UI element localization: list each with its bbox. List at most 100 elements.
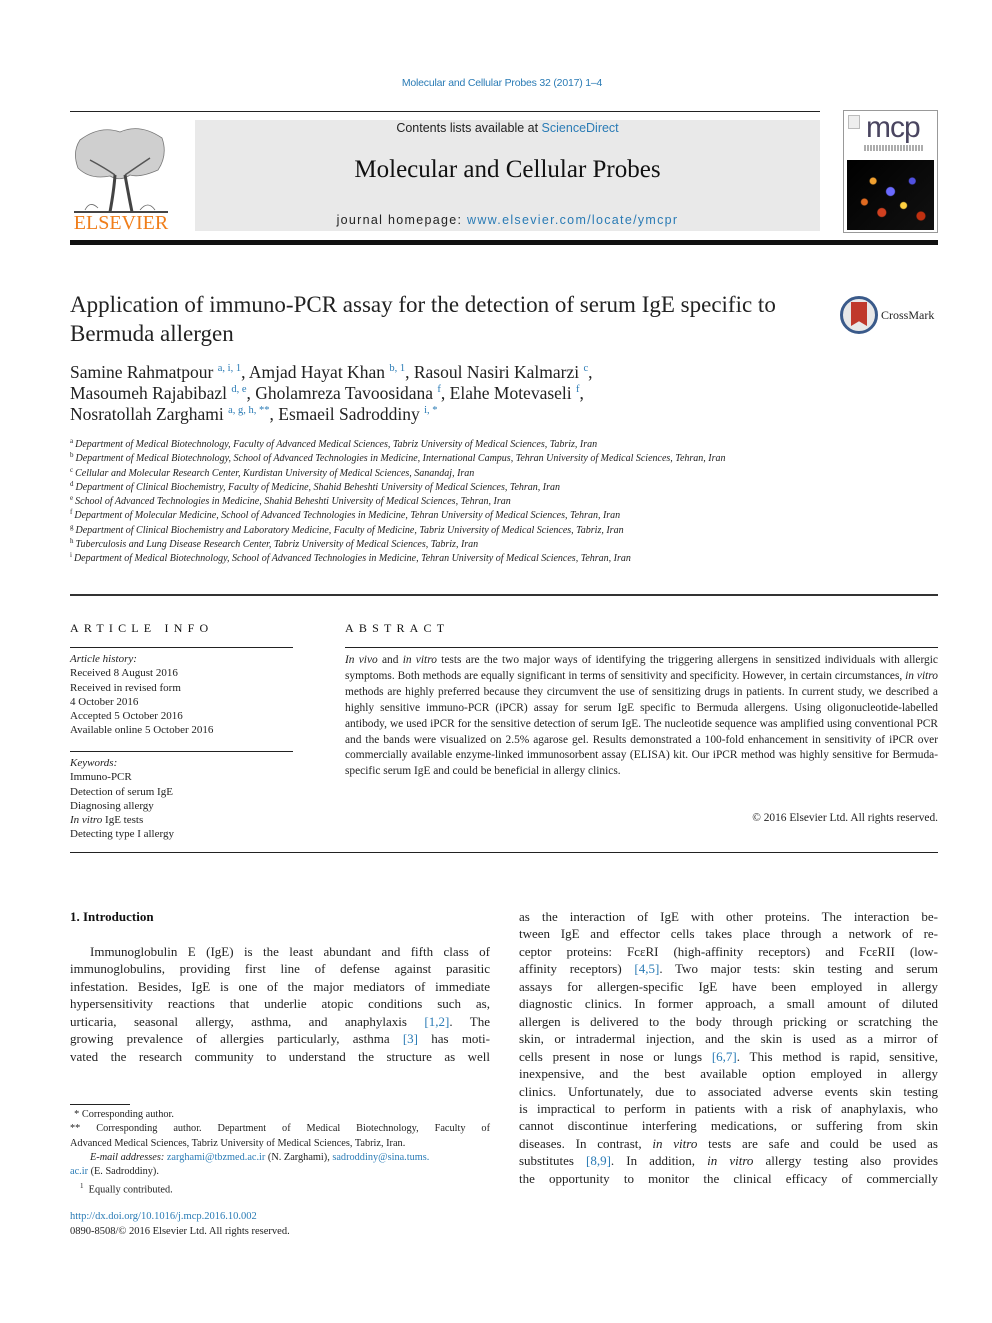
crossmark-button[interactable]: CrossMark [840, 296, 940, 336]
author-name[interactable]: Masoumeh Rajabibazl [70, 383, 227, 403]
article-info-heading: ARTICLE INFO [70, 621, 214, 635]
keyword-text: Immuno-PCR [70, 771, 132, 784]
history-item: Accepted 5 October 2016 [70, 710, 183, 723]
abstract-text: In vivo and in vitro tests are the two m… [345, 653, 938, 780]
body-line: immunoglobulins, providing first line of… [70, 960, 490, 977]
cover-subtitle [864, 145, 924, 151]
author-name[interactable]: Amjad Hayat Khan [249, 362, 385, 382]
affiliation-item: f Department of Molecular Medicine, Schoo… [70, 509, 830, 523]
keyword-text: Detection of serum IgE [70, 785, 173, 798]
keywords-rule [70, 751, 293, 752]
author-list: Samine Rahmatpour a, i, 1, Amjad Hayat K… [70, 362, 830, 425]
affiliation-item: c Cellular and Molecular Research Center,… [70, 466, 830, 481]
homepage-prefix: journal homepage: [336, 213, 468, 227]
cover-microscopy-image [847, 160, 934, 230]
body-line: infestation. Besides, IgE is one of the … [70, 978, 490, 995]
body-line: inexpensive, and the best available opti… [519, 1065, 938, 1082]
email-link-zarghami[interactable]: zarghami@tbzmed.ac.ir [167, 1152, 266, 1163]
abstract-italic-term: In vivo [345, 654, 378, 666]
author-name[interactable]: Samine Rahmatpour [70, 362, 213, 382]
section-rule [70, 594, 938, 596]
cover-publisher-icon [848, 115, 860, 129]
body-line: vated the research community to understa… [70, 1048, 490, 1065]
author-affiliation-marks[interactable]: a, i, 1 [218, 363, 241, 374]
affiliation-item: e School of Advanced Technologies in Medi… [70, 495, 830, 509]
body-text: immunoglobulins, providing first line of… [70, 961, 490, 977]
history-item: Received 8 August 2016 [70, 667, 178, 680]
affiliation-key: d [70, 479, 74, 488]
keyword-text: Detecting type I allergy [70, 828, 174, 841]
journal-citation[interactable]: Molecular and Cellular Probes 32 (2017) … [0, 77, 992, 89]
abstract-rule [345, 647, 938, 648]
author-name[interactable]: Gholamreza Tavoosidana [255, 383, 433, 403]
affiliation-text: School of Advanced Technologies in Medic… [75, 496, 511, 508]
keyword-list: Immuno-PCR Detection of serum IgE Diagnosi… [70, 770, 295, 841]
body-line: skin, or intradermal injection, and the … [519, 1030, 938, 1047]
issn-copyright: 0890-8508/© 2016 Elsevier Ltd. All right… [70, 1226, 290, 1237]
author-affiliation-marks[interactable]: d, e [231, 384, 246, 395]
journal-cover-image[interactable]: mcp [843, 110, 938, 233]
body-line: cannot discontinue interfering medicatio… [519, 1117, 938, 1134]
body-text: growing prevalence of allergies particul… [70, 1031, 403, 1047]
citation-link[interactable]: [6,7] [712, 1049, 737, 1064]
affiliation-list: a Department of Medical Biotechnology, Fa… [70, 438, 830, 567]
elsevier-wordmark[interactable]: ELSEVIER [70, 212, 172, 235]
body-line: growing prevalence of allergies particul… [70, 1030, 490, 1047]
affiliation-item: d Department of Clinical Biochemistry, Fa… [70, 479, 830, 495]
journal-homepage-line: journal homepage: www.elsevier.com/locat… [195, 213, 820, 227]
header-thick-rule [70, 240, 938, 245]
article-info-rule [70, 647, 293, 648]
section-heading-introduction: 1. Introduction [70, 909, 154, 924]
author-name[interactable]: Esmaeil Sadroddiny [278, 404, 419, 424]
crossmark-label: CrossMark [881, 308, 935, 322]
citation-link[interactable]: [4,5] [634, 961, 659, 976]
keyword-item: Immuno-PCR [70, 770, 295, 784]
body-text: substitutes [519, 1153, 586, 1169]
citation-link[interactable]: [3] [403, 1031, 418, 1046]
body-text: tween IgE and effector cells takes place… [519, 926, 938, 942]
body-text: vated the research community to understa… [70, 1048, 490, 1064]
affiliation-text: Tuberculosis and Lung Disease Research C… [75, 539, 479, 551]
body-text: diseases. In contrast, [519, 1135, 653, 1151]
sciencedirect-link[interactable]: ScienceDirect [542, 121, 619, 135]
body-text: ceptor proteins: FcεRI (high-affinity re… [519, 943, 938, 959]
keywords-block: Keywords: Immuno-PCR Detection of serum I… [70, 756, 295, 842]
body-text: affinity receptors) [519, 961, 635, 977]
author-affiliation-marks[interactable]: b, 1 [389, 363, 405, 374]
abstract-segment: methods are highly preferred because the… [345, 685, 938, 778]
affiliation-key: e [70, 494, 74, 503]
citation-link[interactable]: [8,9] [586, 1153, 611, 1168]
author-name[interactable]: Elahe Motevaseli [450, 383, 572, 403]
article-history-label: Article history: [70, 653, 137, 665]
body-text: . Two major tests: skin testing and seru… [659, 961, 939, 977]
email-link-sadroddiny-cont[interactable]: ac.ir [70, 1166, 88, 1177]
citation-link[interactable]: [1,2] [424, 1014, 449, 1029]
email-label: E-mail addresses: [90, 1151, 165, 1163]
journal-homepage-link[interactable]: www.elsevier.com/locate/ymcpr [467, 213, 678, 227]
body-line: is impractical to perform in patients wi… [519, 1100, 938, 1117]
body-text: is impractical to perform in patients wi… [519, 1100, 938, 1116]
author-affiliation-marks[interactable]: a, g, h, ** [228, 405, 269, 416]
body-line: the opportunity to monitor the clinical … [519, 1170, 938, 1187]
footnote-mark: 1 [80, 1182, 84, 1191]
affiliation-text: Department of Medical Biotechnology, Sch… [73, 553, 631, 565]
affiliation-item: h Tuberculosis and Lung Disease Research … [70, 538, 830, 552]
author-affiliation-marks[interactable]: i, * [424, 405, 437, 416]
body-text: cells present in nose or lungs [519, 1048, 712, 1064]
author-separator: , [269, 404, 279, 424]
body-text: . The [449, 1013, 490, 1029]
body-line: diseases. In contrast, in vitro tests ar… [519, 1135, 938, 1152]
cover-mcp-logo: mcp [866, 111, 921, 144]
body-text: Immunoglobulin E (IgE) is the least abun… [90, 944, 490, 959]
article-title: Application of immuno-PCR assay for the … [70, 292, 776, 346]
italic-term: in vitro [707, 1153, 754, 1169]
author-name[interactable]: Rasoul Nasiri Kalmarzi [414, 362, 579, 382]
author-separator: , [579, 383, 584, 403]
keyword-item: Detecting type I allergy [70, 827, 295, 841]
keyword-text: Diagnosing allergy [70, 799, 154, 812]
author-name[interactable]: Nosratollah Zarghami [70, 404, 224, 424]
journal-title: Molecular and Cellular Probes [354, 156, 661, 183]
email-link-sadroddiny[interactable]: sadroddiny@sina.tums. [332, 1152, 429, 1163]
doi-link[interactable]: http://dx.doi.org/10.1016/j.mcp.2016.10.… [70, 1211, 257, 1222]
body-line: as the interaction of IgE with other pro… [519, 908, 938, 925]
